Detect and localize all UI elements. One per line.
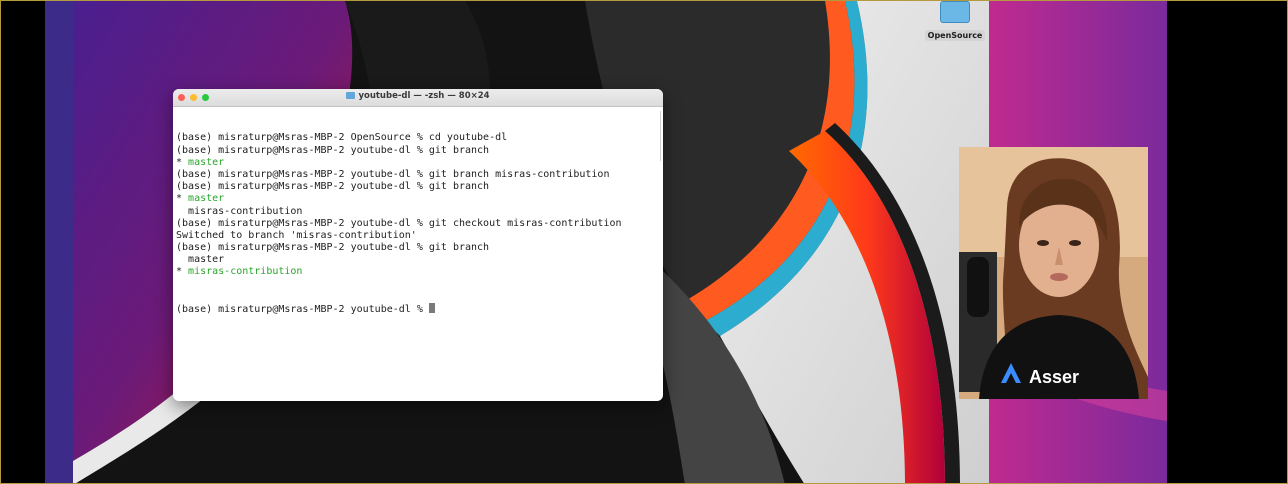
- window-title-wrap: youtube-dl — -zsh — 80×24: [173, 91, 663, 101]
- presenter-video: [959, 147, 1148, 399]
- line-text: Switched to branch 'misras-contribution': [176, 229, 417, 241]
- terminal-prompt-line: (base) misraturp@Msras-MBP-2 youtube-dl …: [176, 303, 659, 315]
- line-text: misras-contribution: [188, 205, 303, 217]
- line-text: (base) misraturp@Msras-MBP-2 youtube-dl …: [176, 181, 490, 193]
- terminal-line: (base) misraturp@Msras-MBP-2 OpenSource …: [176, 132, 659, 144]
- webcam-overlay: [959, 147, 1148, 399]
- terminal-lines: (base) misraturp@Msras-MBP-2 OpenSource …: [176, 132, 659, 278]
- line-text: master: [188, 193, 225, 205]
- line-text: misras-contribution: [188, 266, 303, 278]
- terminal-line: (base) misraturp@Msras-MBP-2 youtube-dl …: [176, 218, 659, 230]
- folder-label: OpenSource: [924, 30, 986, 41]
- line-text: (base) misraturp@Msras-MBP-2 OpenSource …: [176, 132, 508, 144]
- terminal-line: (base) misraturp@Msras-MBP-2 youtube-dl …: [176, 181, 659, 193]
- line-prefix: [176, 206, 188, 217]
- shirt-logo-text: Asser: [1029, 367, 1080, 387]
- line-prefix: *: [176, 156, 189, 168]
- folder-icon: [940, 1, 970, 23]
- line-text: (base) misraturp@Msras-MBP-2 youtube-dl …: [176, 144, 490, 156]
- text-cursor: [428, 303, 435, 314]
- scrollbar[interactable]: [660, 111, 663, 161]
- terminal-line: master: [176, 254, 659, 266]
- terminal-output[interactable]: (base) misraturp@Msras-MBP-2 OpenSource …: [176, 108, 659, 401]
- video-frame: OpenSource youtube-dl — -zsh — 80×24 (ba…: [0, 0, 1288, 484]
- opensource-folder[interactable]: OpenSource: [923, 1, 987, 41]
- terminal-window[interactable]: youtube-dl — -zsh — 80×24 (base) misratu…: [173, 89, 663, 401]
- line-text: (base) misraturp@Msras-MBP-2 youtube-dl …: [176, 217, 622, 229]
- window-title: youtube-dl — -zsh — 80×24: [358, 91, 490, 101]
- terminal-line: misras-contribution: [176, 206, 659, 218]
- line-prefix: *: [176, 193, 189, 205]
- terminal-line: (base) misraturp@Msras-MBP-2 youtube-dl …: [176, 145, 659, 157]
- line-text: (base) misraturp@Msras-MBP-2 youtube-dl …: [176, 168, 610, 180]
- line-text: (base) misraturp@Msras-MBP-2 youtube-dl …: [176, 242, 490, 254]
- line-text: master: [188, 254, 225, 266]
- terminal-line: Switched to branch 'misras-contribution': [176, 230, 659, 242]
- terminal-line: * misras-contribution: [176, 266, 659, 278]
- terminal-titlebar[interactable]: youtube-dl — -zsh — 80×24: [173, 89, 663, 107]
- terminal-line: (base) misraturp@Msras-MBP-2 youtube-dl …: [176, 169, 659, 181]
- line-text: master: [188, 156, 225, 168]
- terminal-line: * master: [176, 193, 659, 205]
- line-prefix: *: [176, 266, 189, 278]
- prompt-text: (base) misraturp@Msras-MBP-2 youtube-dl …: [176, 304, 429, 316]
- terminal-line: (base) misraturp@Msras-MBP-2 youtube-dl …: [176, 242, 659, 254]
- line-prefix: [176, 254, 188, 265]
- terminal-line: * master: [176, 157, 659, 169]
- folder-icon: [346, 92, 356, 99]
